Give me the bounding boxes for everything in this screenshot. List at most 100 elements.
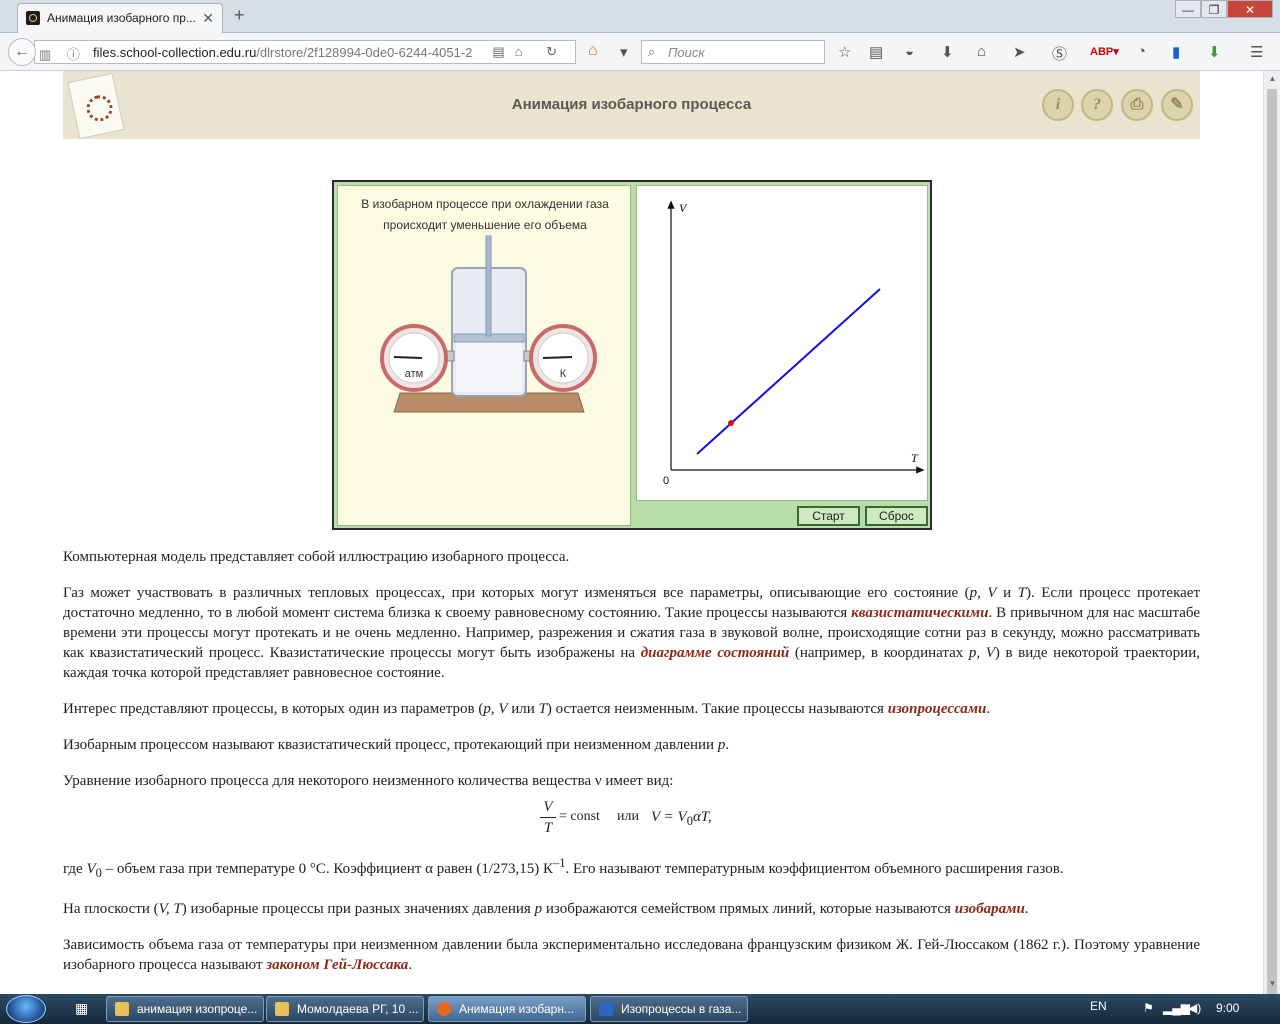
formula-numerator: V [543, 799, 553, 815]
link-state-diagram[interactable]: диаграмме состояний [641, 645, 790, 661]
taskbar-item-label: Анимация изобарн... [459, 1002, 574, 1016]
page-title: Анимация изобарного процесса [511, 96, 752, 113]
paragraph-intro: Компьютерная модель представляет собой и… [63, 549, 570, 565]
piston-rod [485, 235, 492, 337]
isobaric-formula: V T = const или V = V0αT, [63, 797, 1200, 839]
taskbar-item-label: анимация изопроце... [137, 1002, 258, 1016]
search-icon: ⌕ [648, 44, 656, 59]
book-button[interactable]: ✎ [1161, 89, 1193, 121]
page-scrollbar[interactable]: ▲ ▼ [1263, 71, 1280, 999]
info-button[interactable]: i [1042, 89, 1074, 121]
taskbar-item-label: Изопроцессы в газа... [621, 1002, 742, 1016]
temperature-gauge-needle [542, 356, 573, 359]
t-axis-label: T [911, 451, 919, 465]
formula-denominator: T [543, 820, 553, 836]
reset-button[interactable]: Сброс [865, 506, 928, 526]
clock[interactable]: 9:00 [1216, 1001, 1239, 1015]
browser-tab-bar: Анимация изобарного пр... ✕ + — ❐ ✕ [0, 0, 1280, 33]
gas-volume [456, 336, 522, 392]
formula-const: = const [559, 809, 600, 824]
bookmark-star-icon[interactable]: ☆ [838, 43, 851, 61]
temperature-gauge-label: К [560, 368, 567, 380]
back-button[interactable]: ← [8, 38, 36, 66]
search-box[interactable]: ⌕ Поиск [641, 40, 825, 64]
tab-title: Анимация изобарного пр... [47, 11, 196, 25]
animation-panel: В изобарном процессе при охлаждении газа… [332, 180, 932, 530]
taskbar-item-word[interactable]: Изопроцессы в газа... [590, 996, 748, 1022]
scroll-up-icon[interactable]: ▲ [1264, 74, 1280, 83]
bookmarks-list-icon[interactable]: ▤ [869, 43, 883, 61]
pressure-gauge-label: атм [405, 368, 423, 380]
dropdown-icon[interactable]: ▾ [620, 43, 628, 61]
minimize-button[interactable]: — [1175, 0, 1201, 18]
article-body: Компьютерная модель представляет собой и… [63, 547, 1200, 991]
green-download-icon[interactable]: ⬇ [1208, 43, 1221, 61]
windows-taskbar: ▦ анимация изопроце... Момолдаева РГ, 10… [0, 994, 1280, 1024]
menu-icon[interactable]: ☰ [1250, 43, 1263, 61]
apparatus-illustration: атм К [380, 235, 597, 413]
tab-close-icon[interactable]: ✕ [202, 10, 214, 27]
browser-tab[interactable]: Анимация изобарного пр... ✕ [17, 3, 223, 33]
apparatus-view: В изобарном процессе при охлаждении газа… [337, 185, 631, 526]
paragraph-isobaric-definition: Изобарным процессом называют квазистатич… [63, 737, 730, 753]
link-isobars[interactable]: изобарами [955, 901, 1025, 917]
taskbar-item-firefox[interactable]: Анимация изобарн... [428, 996, 586, 1022]
graph-view: V T 0 [636, 185, 928, 501]
page-info-icon[interactable]: ▥ ⓘ [39, 44, 86, 63]
url-bar[interactable]: ▥ ⓘ files.school-collection.edu.ru/dlrst… [34, 40, 576, 64]
taskbar-item-folder-1[interactable]: анимация изопроце... [106, 996, 264, 1022]
close-window-button[interactable]: ✕ [1227, 0, 1273, 18]
site-favicon-icon [26, 11, 40, 25]
browser-nav-bar: ▥ ⓘ files.school-collection.edu.ru/dlrst… [0, 33, 1280, 71]
pocket-icon[interactable]: ◒ [905, 43, 914, 60]
print-button[interactable]: ⎙ [1121, 89, 1153, 121]
show-desktop-icon[interactable]: ▦ [75, 1000, 88, 1017]
volume-icon[interactable]: ◀) [1188, 1001, 1201, 1015]
new-tab-button[interactable]: + [234, 5, 245, 26]
v-axis-label: V [679, 201, 688, 215]
formula-or: или [617, 809, 639, 824]
taskbar-item-folder-2[interactable]: Момолдаева РГ, 10 ... [266, 996, 424, 1022]
reader-view-icon[interactable]: ▤⌂ ↻ [492, 44, 567, 60]
vt-graph: V T 0 [663, 200, 925, 487]
formula-rhs: V = V0αT, [651, 809, 712, 828]
isobar-line [696, 288, 881, 455]
adblock-icon[interactable]: ABP▾ [1090, 45, 1119, 58]
home-icon[interactable]: ⌂ [588, 42, 598, 60]
start-button[interactable]: Старт [797, 506, 860, 526]
url-text[interactable]: files.school-collection.edu.ru/dlrstore/… [93, 45, 472, 60]
paragraph-isoprocesses: Интерес представляют процессы, в которых… [63, 701, 991, 717]
search-placeholder: Поиск [668, 45, 705, 60]
download-icon[interactable]: ⬇ [941, 43, 954, 61]
s-extension-icon[interactable]: Ⓢ [1052, 43, 1067, 64]
taskbar-item-label: Момолдаева РГ, 10 ... [297, 1002, 419, 1016]
paragraph-quasistatic: Газ может участвовать в различных теплов… [63, 585, 1201, 681]
paragraph-isobars: На плоскости (V, T) изобарные процессы п… [63, 901, 1029, 917]
link-quasistatic[interactable]: квазистатическими [851, 605, 988, 621]
folder-icon [115, 1002, 129, 1016]
pressure-gauge-needle [393, 356, 423, 359]
origin-label: 0 [663, 475, 669, 487]
language-indicator[interactable]: EN [1090, 999, 1107, 1013]
home-toolbar-icon[interactable]: ⌂ [977, 43, 986, 60]
current-state-point [728, 420, 734, 426]
scrollbar-thumb[interactable] [1267, 89, 1277, 999]
folder-icon [275, 1002, 289, 1016]
help-button[interactable]: ? [1081, 89, 1113, 121]
firefox-icon [437, 1002, 451, 1016]
paragraph-gay-lussac: Зависимость объема газа от температуры п… [63, 937, 1200, 973]
history-icon[interactable]: ◔ [1137, 43, 1146, 60]
page-header: Анимация изобарного процесса i ? ⎙ ✎ [63, 71, 1200, 140]
scroll-down-icon[interactable]: ▼ [1264, 979, 1280, 988]
start-button[interactable] [6, 995, 46, 1023]
word-icon [599, 1002, 613, 1016]
flag-icon[interactable]: ⚑ [1143, 1001, 1154, 1015]
link-isoprocesses[interactable]: изопроцессами [888, 701, 987, 717]
extension-icon[interactable]: ▮ [1172, 43, 1180, 61]
network-icon[interactable]: ▂▄▆ [1163, 1001, 1190, 1015]
paragraph-equation-intro: Уравнение изобарного процесса для некото… [63, 773, 674, 789]
link-gay-lussac-law[interactable]: законом Гей-Люссака [266, 957, 408, 973]
paragraph-v0: где V0 – объем газа при температуре 0 °С… [63, 856, 1064, 880]
send-icon[interactable]: ➤ [1013, 43, 1026, 61]
maximize-button[interactable]: ❐ [1201, 0, 1227, 18]
